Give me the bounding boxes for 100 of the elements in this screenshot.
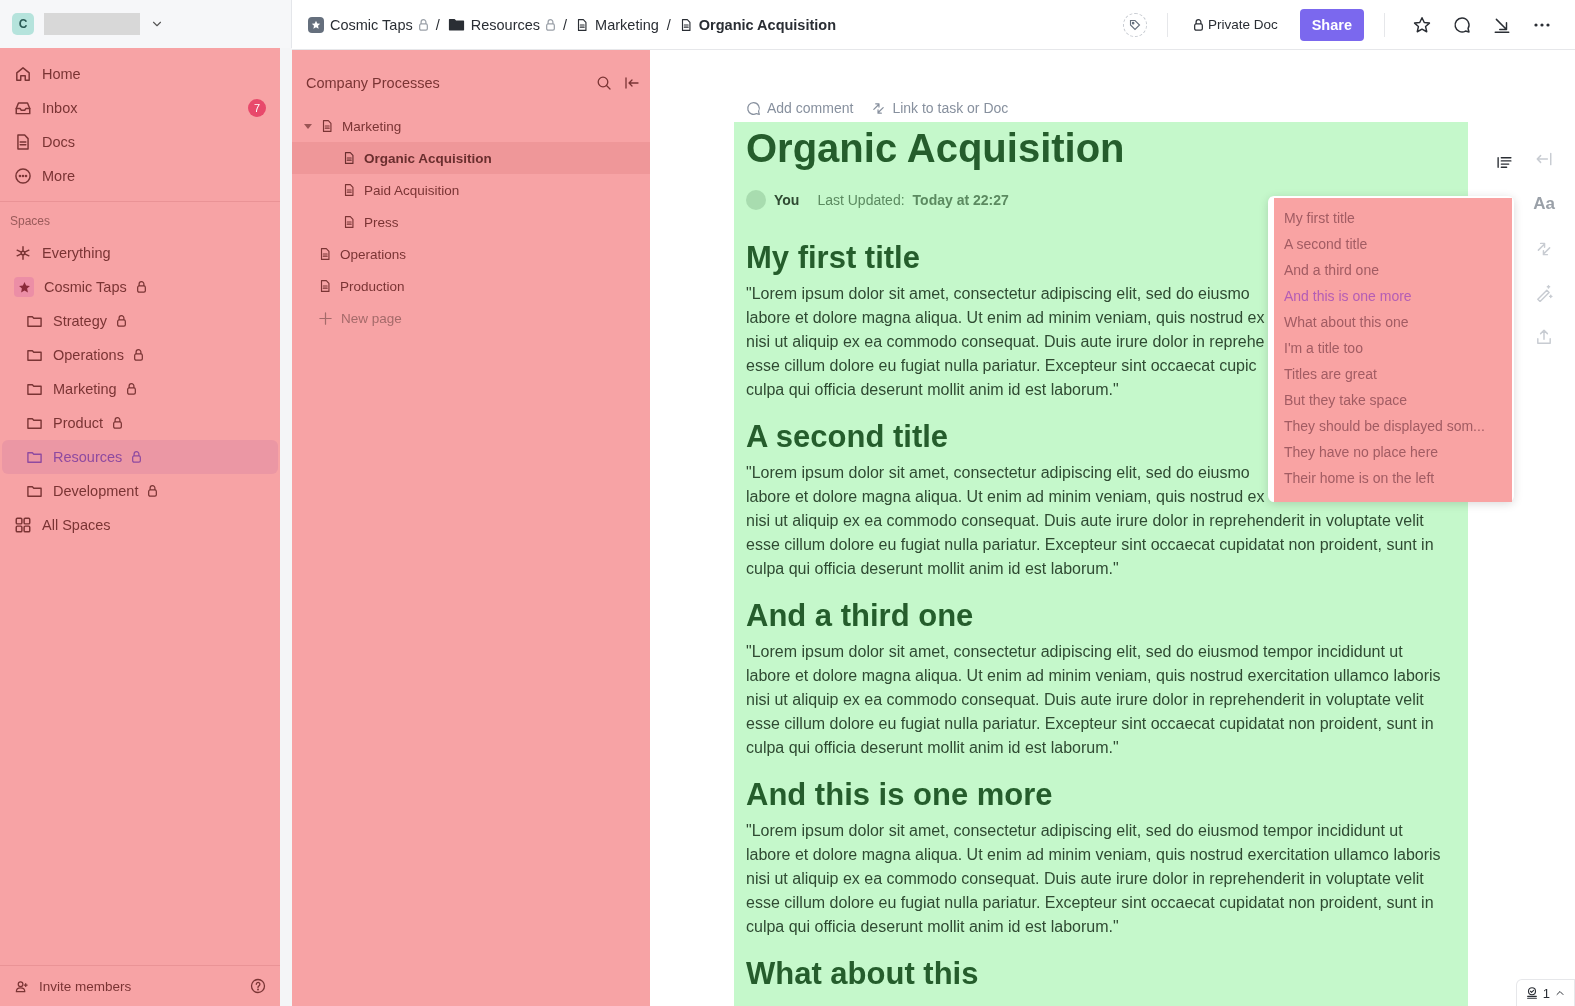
paragraph-line: "Lorem ipsum dolor sit amet, consectetur adipiscing elit, sed do eiusmod tempor incididunt ut — [746, 821, 1403, 841]
privacy-button[interactable]: Private Doc — [1187, 13, 1284, 36]
document-icon — [318, 279, 332, 293]
folder-item[interactable]: Strategy — [2, 304, 278, 338]
section-heading: My first title — [746, 240, 920, 276]
person-add-icon — [14, 978, 29, 994]
tree-label: Operations — [340, 246, 407, 262]
breadcrumb-separator: / — [434, 16, 441, 33]
document-icon — [342, 183, 356, 197]
paragraph-line: esse cillum dolore eu fugiat nulla pariatur. Excepteur sint occaecat cupidatat non proident, sunt in — [746, 893, 1434, 913]
magic-wand-icon — [1535, 284, 1554, 302]
outline-item[interactable]: My first title — [1284, 208, 1512, 234]
section-heading: A second title — [746, 419, 949, 455]
updated-label: Last Updated: — [817, 192, 905, 208]
paragraph-line: "Lorem ipsum dolor sit amet, consectetur adipiscing elit, sed do eiusmod tempor incididunt ut — [746, 642, 1403, 662]
home-icon — [14, 65, 32, 83]
outline-item[interactable]: A second title — [1284, 234, 1512, 260]
outline-item[interactable]: They have no place here — [1284, 442, 1512, 468]
tree-item[interactable]: Press — [292, 206, 650, 238]
outline-icon — [1496, 154, 1513, 171]
paragraph-line: esse cillum dolore eu fugiat nulla pariatur. Excepteur sint occaecat cupidatat non proident, sunt in — [746, 714, 1434, 734]
paragraph-line: culpa qui officia deserunt mollit anim id est laborum." — [746, 917, 1119, 937]
link-arrows-icon — [871, 100, 887, 116]
folder-item[interactable]: Operations — [2, 338, 278, 372]
search-icon — [596, 75, 612, 91]
sidebar-item[interactable]: Everything — [2, 236, 278, 270]
outline-item[interactable]: They should be displayed som... — [1284, 416, 1512, 442]
link-task-button[interactable]: Link to task or Doc — [871, 100, 1009, 116]
outline-item[interactable]: But they take space — [1284, 390, 1512, 416]
nav-label: More — [42, 168, 76, 184]
tree-item[interactable]: Marketing — [292, 110, 650, 142]
grid-icon — [14, 516, 32, 534]
more-icon[interactable] — [1534, 22, 1550, 27]
outline-item[interactable]: Their home is on the left — [1284, 468, 1512, 494]
folder-label: Operations — [53, 347, 124, 363]
paragraph-line: nisi ut aliquip ex ea commodo consequat. Duis aute irure dolor in reprehenderit in voluptate velit — [746, 511, 1424, 531]
folder-label: Strategy — [53, 313, 107, 329]
outline-item[interactable]: I'm a title too — [1284, 338, 1512, 364]
folder-item[interactable]: Development — [2, 474, 278, 508]
sidebar-item[interactable]: More — [2, 159, 278, 193]
sidebar-item[interactable]: Inbox 7 — [2, 91, 278, 125]
breadcrumb-separator: / — [562, 16, 569, 33]
star-icon — [1413, 15, 1431, 34]
tree-label: Production — [340, 278, 405, 294]
section-label: Spaces — [9, 213, 52, 230]
share-button[interactable]: Share — [1299, 8, 1364, 41]
outline-item[interactable]: Titles are great — [1284, 364, 1512, 390]
outline-item[interactable]: What about this one — [1284, 312, 1512, 338]
section-heading: And this is one more — [746, 777, 1053, 813]
upload-icon — [1535, 328, 1554, 346]
tree-label: Paid Acquisition — [364, 182, 460, 198]
breadcrumb-link[interactable]: Resources — [447, 16, 541, 33]
lock-icon — [1193, 18, 1203, 31]
document-icon — [575, 17, 590, 32]
tree-label: Press — [364, 214, 399, 230]
count-badge: 7 — [248, 99, 266, 117]
tree-item[interactable]: Operations — [292, 238, 650, 270]
tree-item[interactable]: Production — [292, 270, 650, 302]
paragraph-line: labore et dolore magna aliqua. Ut enim ad minim veniam, quis nostrud ex — [746, 487, 1265, 507]
tasks-widget[interactable]: 1 — [1515, 979, 1575, 1006]
document-icon — [14, 133, 32, 151]
inbox-icon — [14, 99, 32, 117]
folder-label: Product — [53, 415, 103, 431]
document-title: Organic Acquisition — [746, 128, 1126, 168]
sidebar-item[interactable]: Home — [2, 57, 278, 91]
breadcrumb-link[interactable]: Marketing — [575, 16, 659, 33]
tree-item[interactable]: Paid Acquisition — [292, 174, 650, 206]
folder-label: Marketing — [53, 381, 117, 397]
sidebar-item[interactable]: Docs — [2, 125, 278, 159]
space-item[interactable]: Cosmic Taps — [2, 270, 278, 304]
document-icon — [318, 247, 332, 261]
comment-icon — [1453, 15, 1471, 34]
folder-label: Resources — [53, 449, 123, 465]
outline-item[interactable]: And a third one — [1284, 260, 1512, 286]
breadcrumb-link[interactable]: Cosmic Taps — [308, 16, 413, 33]
section-heading: And a third one — [746, 598, 974, 634]
paragraph-line: esse cillum dolore eu fugiat nulla pariatur. Excepteur sint occaecat cupic — [746, 356, 1257, 376]
folder-label: Development — [53, 483, 139, 499]
breadcrumb-link[interactable]: Organic Acquisition — [678, 16, 837, 33]
paragraph-line: "Lorem ipsum dolor sit amet, consectetur adipiscing elit, sed do eiusmo — [746, 284, 1250, 304]
paragraph-line: labore et dolore magna aliqua. Ut enim ad minim veniam, quis nostrud ex — [746, 308, 1265, 328]
add-comment-button[interactable]: Add comment — [746, 100, 854, 116]
paragraph-line: culpa qui officia deserunt mollit anim id est laborum." — [746, 559, 1119, 579]
breadcrumb-separator: / — [665, 16, 672, 33]
paragraph-line: nisi ut aliquip ex ea commodo consequat. Duis aute irure dolor in reprehenderit in voluptate velit — [746, 690, 1424, 710]
folder-item[interactable]: Marketing — [2, 372, 278, 406]
invite-link[interactable]: Invite members — [39, 978, 240, 994]
panel-title: Company Processes — [306, 75, 441, 91]
font-button[interactable]: Aa — [1533, 194, 1555, 214]
tree-item[interactable]: Organic Acquisition — [292, 142, 650, 174]
folder-item[interactable]: Product — [2, 406, 278, 440]
task-icon — [1524, 986, 1539, 1000]
folder-icon — [447, 16, 465, 33]
paragraph-line: culpa qui officia deserunt mollit anim id est laborum." — [746, 380, 1119, 400]
paragraph-line: esse cillum dolore eu fugiat nulla pariatur. Excepteur sint occaecat cupidatat non proident, sunt in — [746, 535, 1434, 555]
section-heading: What about this — [746, 956, 979, 992]
caret-icon — [304, 122, 312, 130]
sidebar-item[interactable]: All Spaces — [2, 508, 278, 542]
folder-item[interactable]: Resources — [2, 440, 278, 474]
workspace-avatar[interactable]: C — [12, 13, 34, 35]
